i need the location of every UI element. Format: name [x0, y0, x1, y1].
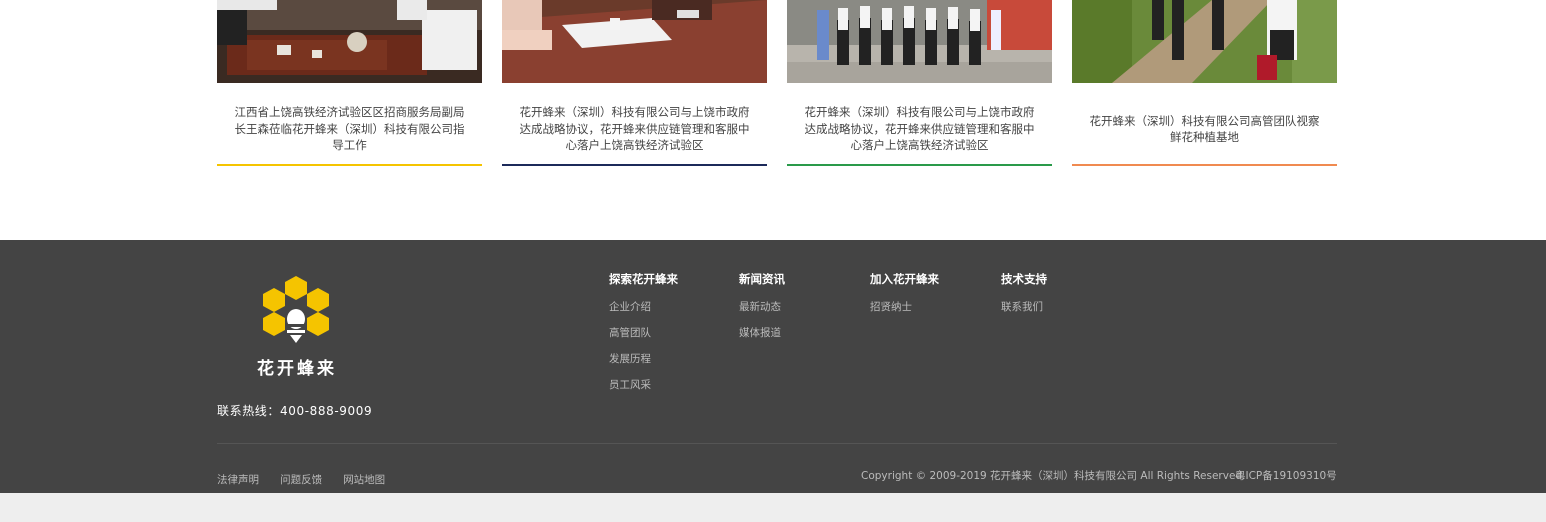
page: 江西省上饶高铁经济试验区区招商服务局副局长王森莅临花开蜂来（深圳）科技有限公司指…: [0, 0, 1546, 522]
footer-link-latest-news[interactable]: 最新动态: [739, 300, 785, 326]
brand-name: 花开蜂来: [257, 359, 337, 379]
footer-column-heading[interactable]: 加入花开蜂来: [870, 271, 939, 287]
copyright: Copyright © 2009-2019 花开蜂来（深圳）科技有限公司 All…: [861, 470, 1246, 482]
footer-link-history[interactable]: 发展历程: [609, 352, 678, 378]
legal-link-statement[interactable]: 法律声明: [217, 474, 259, 486]
news-list: 江西省上饶高铁经济试验区区招商服务局副局长王森莅临花开蜂来（深圳）科技有限公司指…: [217, 0, 1337, 166]
footer-column-explore: 探索花开蜂来 企业介绍 高管团队 发展历程 员工风采: [609, 271, 678, 404]
footer-link-staff[interactable]: 员工风采: [609, 378, 678, 404]
news-accent-bar: [217, 164, 482, 166]
footer-divider: [217, 443, 1337, 444]
icp-license[interactable]: 粤ICP备19109310号: [1235, 468, 1337, 483]
news-title[interactable]: 花开蜂来（深圳）科技有限公司高管团队视察鲜花种植基地: [1086, 99, 1323, 159]
news-card[interactable]: 花开蜂来（深圳）科技有限公司与上饶市政府达成战略协议，花开蜂来供应链管理和客服中…: [787, 0, 1052, 166]
news-card[interactable]: 江西省上饶高铁经济试验区区招商服务局副局长王森莅临花开蜂来（深圳）科技有限公司指…: [217, 0, 482, 166]
footer-link-contact-us[interactable]: 联系我们: [1001, 300, 1047, 326]
news-accent-bar: [502, 164, 767, 166]
footer-column-heading[interactable]: 新闻资讯: [739, 271, 785, 287]
news-photo-group[interactable]: [787, 0, 1052, 83]
news-title[interactable]: 花开蜂来（深圳）科技有限公司与上饶市政府达成战略协议，花开蜂来供应链管理和客服中…: [801, 99, 1038, 159]
legal-link-feedback[interactable]: 问题反馈: [280, 474, 322, 486]
footer-link-media-reports[interactable]: 媒体报道: [739, 326, 785, 352]
news-card[interactable]: 花开蜂来（深圳）科技有限公司与上饶市政府达成战略协议，花开蜂来供应链管理和客服中…: [502, 0, 767, 166]
news-accent-bar: [1072, 164, 1337, 166]
news-title[interactable]: 花开蜂来（深圳）科技有限公司与上饶市政府达成战略协议，花开蜂来供应链管理和客服中…: [516, 99, 753, 159]
footer-column-heading[interactable]: 技术支持: [1001, 271, 1047, 287]
footer-link-executive-team[interactable]: 高管团队: [609, 326, 678, 352]
footer-link-company-intro[interactable]: 企业介绍: [609, 300, 678, 326]
news-accent-bar: [787, 164, 1052, 166]
footer-link-recruitment[interactable]: 招贤纳士: [870, 300, 939, 326]
news-card[interactable]: 花开蜂来（深圳）科技有限公司高管团队视察鲜花种植基地: [1072, 0, 1337, 166]
footer-column-join: 加入花开蜂来 招贤纳士: [870, 271, 939, 326]
news-title[interactable]: 江西省上饶高铁经济试验区区招商服务局副局长王森莅临花开蜂来（深圳）科技有限公司指…: [231, 99, 468, 159]
news-photo-signing-table[interactable]: [502, 0, 767, 83]
footer-column-support: 技术支持 联系我们: [1001, 271, 1047, 326]
legal-link-sitemap[interactable]: 网站地图: [343, 474, 385, 486]
footer-column-heading[interactable]: 探索花开蜂来: [609, 271, 678, 287]
footer-column-news: 新闻资讯 最新动态 媒体报道: [739, 271, 785, 352]
news-photo-meeting-tea[interactable]: [217, 0, 482, 83]
legal-links: 法律声明 问题反馈 网站地图: [217, 468, 401, 487]
page-bottom-strip: [0, 493, 1546, 522]
hotline: 联系热线：400-888-9009: [217, 404, 373, 418]
news-photo-flower-base[interactable]: [1072, 0, 1337, 83]
